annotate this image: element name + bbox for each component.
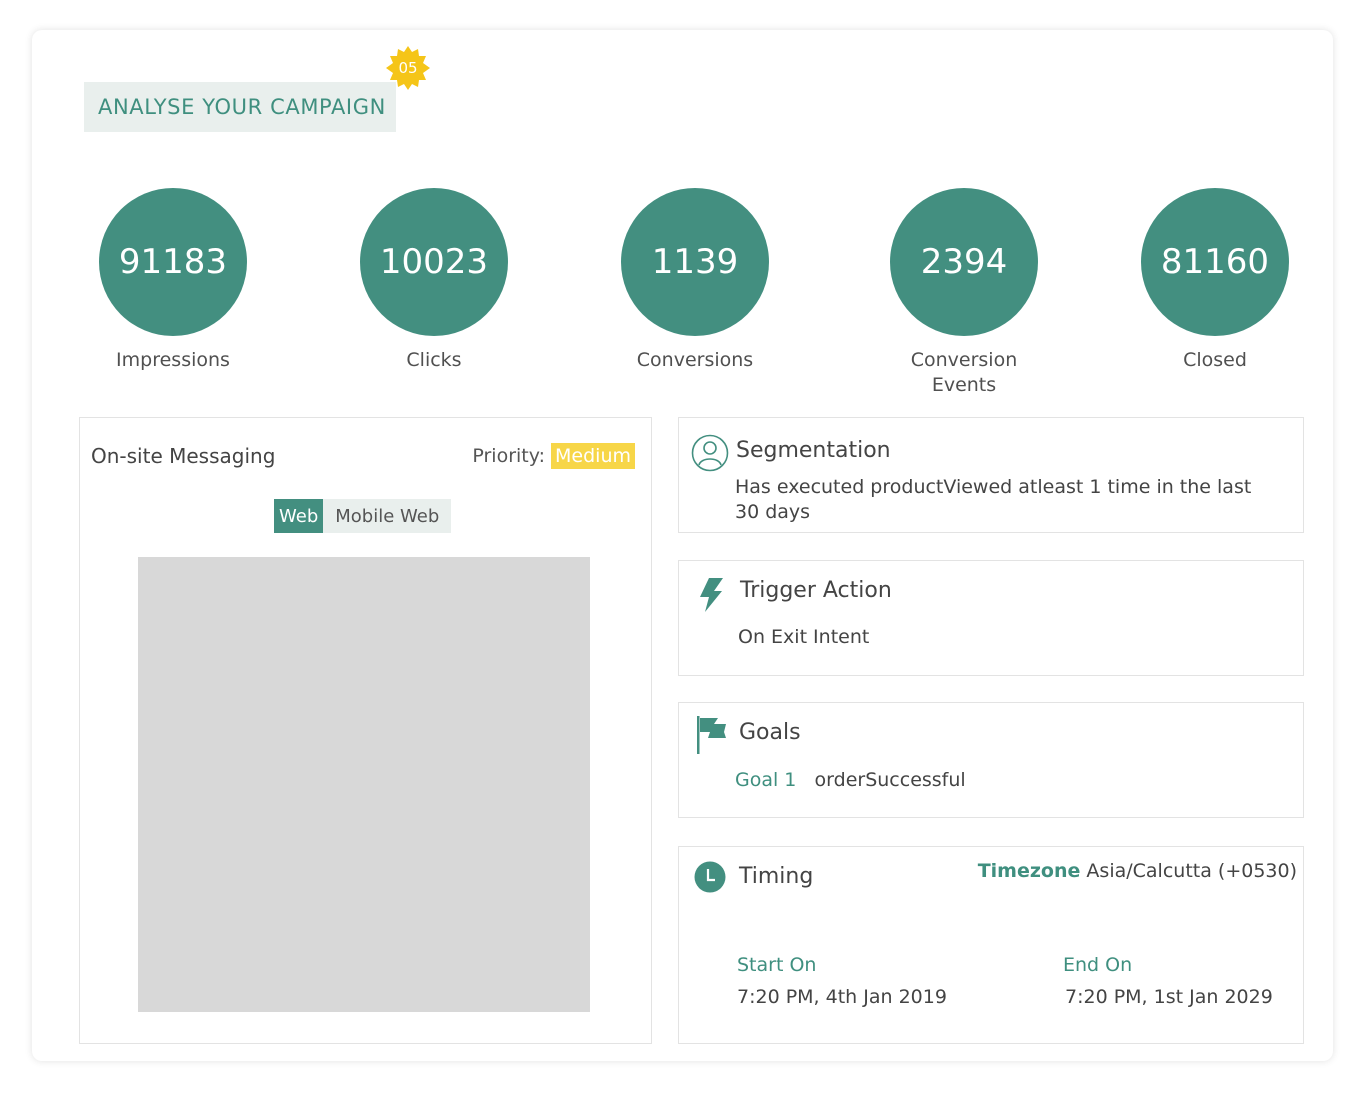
start-value: 7:20 PM, 4th Jan 2019 xyxy=(737,986,947,1008)
section-title: ANALYSE YOUR CAMPAIGN xyxy=(84,82,396,132)
stat-closed: 81160 Closed xyxy=(1115,188,1315,373)
segmentation-panel: Segmentation Has executed productViewed … xyxy=(678,417,1304,533)
segmentation-title: Segmentation xyxy=(736,438,891,463)
goal-label: Goal 1 xyxy=(735,769,797,791)
stat-label: Conversion Events xyxy=(910,349,1018,396)
trigger-text: On Exit Intent xyxy=(738,626,870,648)
timezone: Timezone Asia/Calcutta (+0530) xyxy=(978,859,1297,884)
stat-value: 10023 xyxy=(360,188,508,336)
lightning-icon xyxy=(700,578,723,612)
goals-title: Goals xyxy=(739,720,801,745)
timing-panel: Timing Timezone Asia/Calcutta (+0530) St… xyxy=(678,846,1304,1044)
trigger-panel: Trigger Action On Exit Intent xyxy=(678,560,1304,676)
messaging-panel: On-site Messaging Priority: Medium Web M… xyxy=(79,417,652,1044)
stat-value: 1139 xyxy=(621,188,769,336)
stat-label: Conversions xyxy=(636,349,754,371)
start-label: Start On xyxy=(737,954,817,976)
flag-icon xyxy=(697,716,726,754)
timing-title: Timing xyxy=(739,864,814,889)
priority-badge: Medium xyxy=(551,443,635,469)
section-title-text: ANALYSE YOUR CAMPAIGN xyxy=(98,95,386,119)
stat-impressions: 91183 Impressions xyxy=(73,188,273,373)
user-icon xyxy=(691,434,729,472)
stat-value: 91183 xyxy=(99,188,247,336)
stat-conversion-events: 2394 Conversion Events xyxy=(864,188,1064,398)
step-number: 05 xyxy=(398,59,418,77)
message-preview xyxy=(138,557,590,1012)
clock-icon xyxy=(694,861,726,893)
messaging-title: On-site Messaging xyxy=(91,444,276,468)
end-label: End On xyxy=(1063,954,1133,976)
timezone-value: Asia/Calcutta (+0530) xyxy=(1086,860,1297,882)
stat-label: Impressions xyxy=(116,349,230,371)
stat-value: 2394 xyxy=(890,188,1038,336)
stat-clicks: 10023 Clicks xyxy=(334,188,534,373)
segmentation-text: Has executed productViewed atleast 1 tim… xyxy=(735,476,1252,523)
stat-label: Closed xyxy=(1183,349,1247,371)
trigger-title: Trigger Action xyxy=(740,578,892,603)
tab-mobile-web[interactable]: Mobile Web xyxy=(323,499,452,533)
goals-panel: Goals Goal 1 orderSuccessful xyxy=(678,702,1304,818)
goal-row: Goal 1 orderSuccessful xyxy=(735,768,966,793)
timezone-label: Timezone xyxy=(977,860,1081,882)
priority: Priority: Medium xyxy=(472,443,635,469)
priority-label: Priority: xyxy=(472,445,546,467)
tab-web[interactable]: Web xyxy=(274,499,324,533)
device-toggle: Web Mobile Web xyxy=(274,499,452,533)
stat-value: 81160 xyxy=(1141,188,1289,336)
step-badge: 05 xyxy=(386,46,430,90)
stat-label: Clicks xyxy=(406,349,462,371)
stat-conversions: 1139 Conversions xyxy=(595,188,795,373)
goal-value: orderSuccessful xyxy=(814,769,966,791)
end-value: 7:20 PM, 1st Jan 2029 xyxy=(1065,986,1273,1008)
